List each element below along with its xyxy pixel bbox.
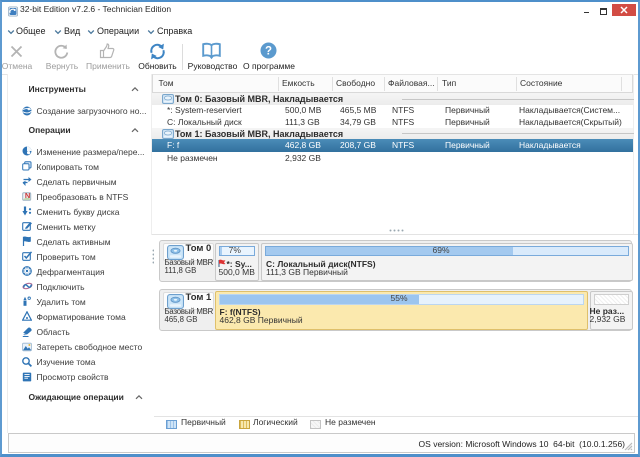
svg-text:?: ?	[265, 46, 272, 58]
svg-text:N: N	[25, 191, 30, 200]
